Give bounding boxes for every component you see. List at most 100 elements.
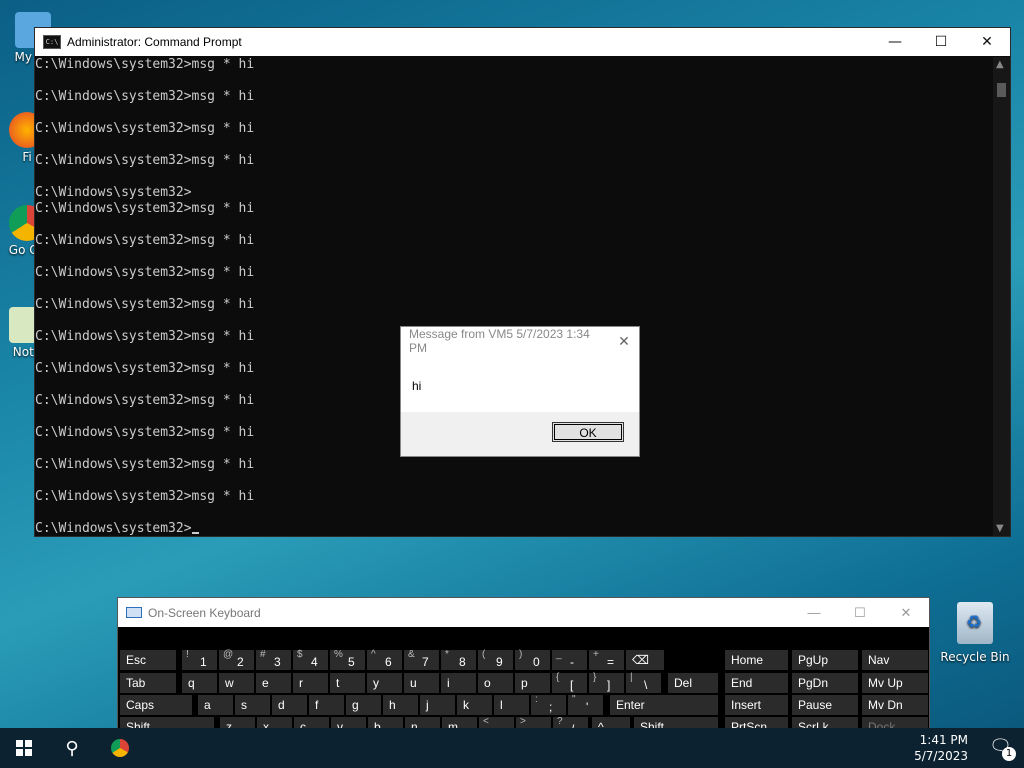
osk-key[interactable]: t xyxy=(330,673,365,693)
osk-key[interactable]: i xyxy=(441,673,476,693)
key-shift-label: : xyxy=(535,694,538,705)
osk-key[interactable]: + = xyxy=(589,649,624,670)
dialog-close-button[interactable]: ✕ xyxy=(609,333,639,350)
osk-key[interactable]: @2 xyxy=(219,649,254,670)
osk-titlebar[interactable]: On-Screen Keyboard — ☐ ✕ xyxy=(118,598,929,627)
console-output[interactable]: C:\Windows\system32>msg * hi C:\Windows\s… xyxy=(35,57,992,536)
key-shift-label: # xyxy=(260,649,266,660)
close-button[interactable]: ✕ xyxy=(964,28,1010,56)
vertical-scrollbar[interactable]: ▲ ▼ xyxy=(993,57,1010,536)
osk-key[interactable]: Caps xyxy=(120,695,192,715)
osk-key[interactable]: & 7 xyxy=(404,649,439,670)
osk-key[interactable]: Nav xyxy=(862,650,928,670)
osk-key[interactable]: o xyxy=(478,673,513,693)
osk-key[interactable]: w xyxy=(219,673,254,693)
osk-key[interactable]: ) 0 xyxy=(515,649,550,670)
osk-key[interactable]: PgUp xyxy=(792,650,858,670)
scroll-thumb[interactable] xyxy=(997,83,1006,97)
scroll-down-icon[interactable]: ▼ xyxy=(996,523,1004,534)
osk-key[interactable]: f xyxy=(309,695,344,715)
osk-key[interactable]: _ - xyxy=(552,649,587,670)
osk-key[interactable]: p xyxy=(515,673,550,693)
minimize-button[interactable]: — xyxy=(872,28,918,56)
console-line: C:\Windows\system32>msg * hi xyxy=(35,297,255,312)
minimize-button[interactable]: — xyxy=(791,605,837,620)
notification-center-icon[interactable]: 🗨 1 xyxy=(989,736,1016,761)
osk-key[interactable]: k xyxy=(457,695,492,715)
key-label: PgDn xyxy=(798,676,829,690)
search-icon[interactable]: ⚲ xyxy=(48,728,96,768)
osk-key[interactable]: }] xyxy=(589,672,624,693)
osk-key[interactable]: Home xyxy=(725,650,788,670)
system-clock[interactable]: 1:41 PM 5/7/2023 xyxy=(914,732,968,764)
osk-key[interactable]: Insert xyxy=(725,695,788,715)
osk-key[interactable]: :; xyxy=(531,694,566,715)
osk-key[interactable]: d xyxy=(272,695,307,715)
osk-key[interactable]: Del xyxy=(668,673,718,693)
start-button[interactable] xyxy=(0,728,48,768)
key-label: q xyxy=(188,676,195,690)
osk-key[interactable]: q xyxy=(182,673,217,693)
osk-key[interactable]: Pause xyxy=(792,695,858,715)
osk-key[interactable]: Mv Up xyxy=(862,673,928,693)
osk-key[interactable]: Mv Dn xyxy=(862,695,928,715)
osk-key[interactable]: (9 xyxy=(478,649,513,670)
key-label: p xyxy=(521,676,528,690)
command-prompt-window[interactable]: C:\ Administrator: Command Prompt — ☐ ✕ … xyxy=(34,27,1011,537)
key-shift-label: & xyxy=(408,649,415,660)
osk-key[interactable]: ⌫ xyxy=(626,650,664,670)
key-label: 0 xyxy=(533,655,540,669)
key-label: 1 xyxy=(200,655,207,669)
window-titlebar[interactable]: C:\ Administrator: Command Prompt — ☐ ✕ xyxy=(35,28,1010,56)
osk-key[interactable]: End xyxy=(725,673,788,693)
scroll-up-icon[interactable]: ▲ xyxy=(996,59,1004,70)
key-label: 3 xyxy=(274,655,281,669)
desktop-icon-recycle-bin[interactable]: Recycle Bin xyxy=(940,602,1010,664)
osk-key[interactable]: | \ xyxy=(626,672,661,693)
key-label: Esc xyxy=(126,653,147,667)
osk-key[interactable]: #3 xyxy=(256,649,291,670)
key-label: Pause xyxy=(798,698,833,712)
console-line: C:\Windows\system32>msg * hi xyxy=(35,201,255,216)
key-shift-label: " xyxy=(572,694,576,705)
console-line: C:\Windows\system32>msg * hi xyxy=(35,121,255,136)
osk-key[interactable]: $4 xyxy=(293,649,328,670)
osk-key[interactable]: l xyxy=(494,695,529,715)
osk-key[interactable]: s xyxy=(235,695,270,715)
dialog-title: Message from VM5 5/7/2023 1:34 PM xyxy=(409,327,590,355)
osk-key[interactable]: Enter xyxy=(610,695,718,715)
osk-key[interactable]: g xyxy=(346,695,381,715)
message-dialog[interactable]: Message from VM5 5/7/2023 1:34 PM ✕ hi O… xyxy=(400,326,640,457)
osk-key[interactable]: ! 1 xyxy=(182,649,217,670)
osk-key[interactable]: ^ 6 xyxy=(367,649,402,670)
osk-key[interactable]: PgDn xyxy=(792,673,858,693)
key-shift-label: $ xyxy=(297,649,303,660)
osk-key[interactable]: * 8 xyxy=(441,649,476,670)
osk-key[interactable]: u xyxy=(404,673,439,693)
key-label: 2 xyxy=(237,655,244,669)
osk-key[interactable]: j xyxy=(420,695,455,715)
dialog-titlebar[interactable]: Message from VM5 5/7/2023 1:34 PM ✕ xyxy=(401,327,639,355)
recycle-bin-icon xyxy=(957,602,993,644)
osk-key[interactable]: a xyxy=(198,695,233,715)
key-label: o xyxy=(484,676,491,690)
osk-key[interactable]: Tab xyxy=(120,673,176,693)
osk-key[interactable]: " ' xyxy=(568,694,603,715)
key-label: - xyxy=(570,655,574,669)
osk-key[interactable]: y xyxy=(367,673,402,693)
close-button[interactable]: ✕ xyxy=(883,605,929,621)
osk-key[interactable]: r xyxy=(293,673,328,693)
osk-key[interactable]: h xyxy=(383,695,418,715)
ok-button[interactable]: OK xyxy=(552,422,624,442)
key-label: a xyxy=(204,698,211,712)
osk-key[interactable]: Esc xyxy=(120,650,176,670)
key-shift-label: | xyxy=(630,672,633,683)
osk-key[interactable]: {[ xyxy=(552,672,587,693)
maximize-button[interactable]: ☐ xyxy=(837,605,883,621)
osk-key[interactable]: e xyxy=(256,673,291,693)
chrome-taskbar-icon[interactable] xyxy=(96,728,144,768)
osk-key[interactable]: % 5 xyxy=(330,649,365,670)
maximize-button[interactable]: ☐ xyxy=(918,28,964,56)
key-label: ; xyxy=(549,700,553,714)
